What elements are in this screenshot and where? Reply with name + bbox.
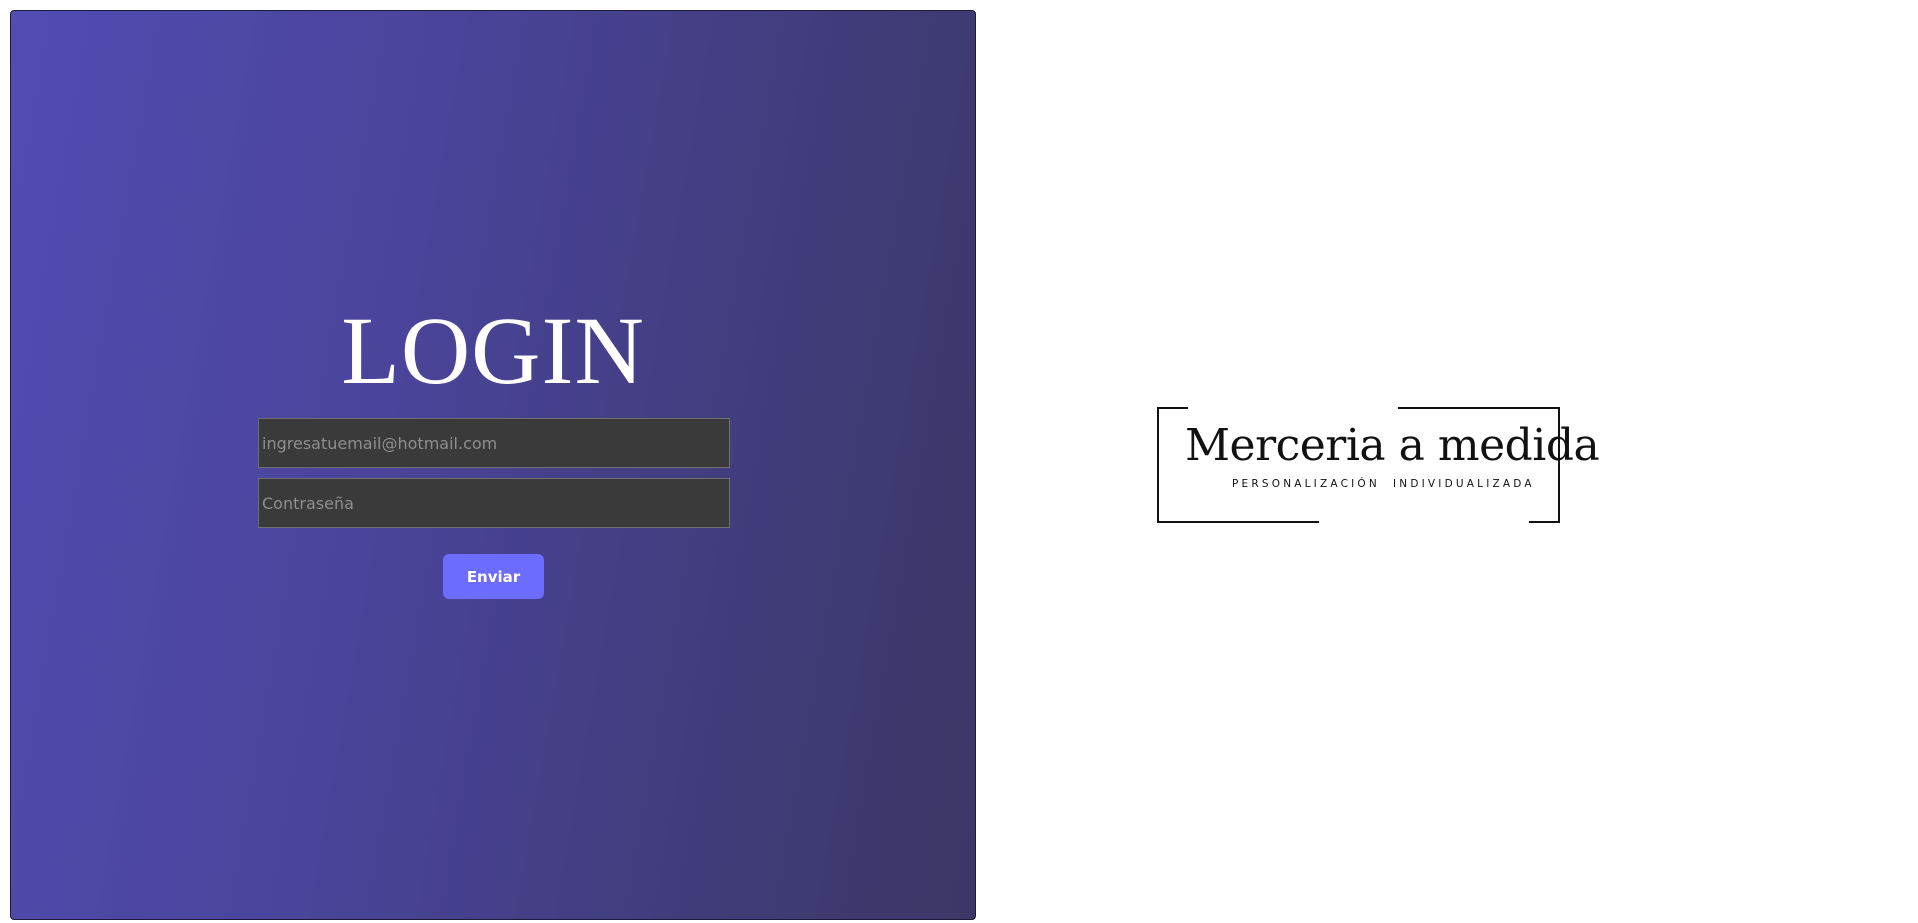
logo-title: Merceria a medida <box>1185 420 1600 471</box>
logo-frame-left <box>1157 407 1159 523</box>
password-field[interactable] <box>258 478 730 528</box>
logo-frame-top-left <box>1157 407 1188 409</box>
login-title: LOGIN <box>341 297 645 404</box>
logo-frame-bottom-left <box>1157 521 1319 523</box>
logo-subtitle: PERSONALIZACIÓN INDIVIDUALIZADA <box>1232 478 1535 490</box>
logo-frame-top-right <box>1398 407 1560 409</box>
brand-logo: Merceria a medida PERSONALIZACIÓN INDIVI… <box>1157 407 1600 523</box>
login-panel: LOGIN Enviar <box>10 10 976 920</box>
logo-frame-bottom-right <box>1529 521 1560 523</box>
email-field[interactable] <box>258 418 730 468</box>
submit-button[interactable]: Enviar <box>443 554 544 599</box>
